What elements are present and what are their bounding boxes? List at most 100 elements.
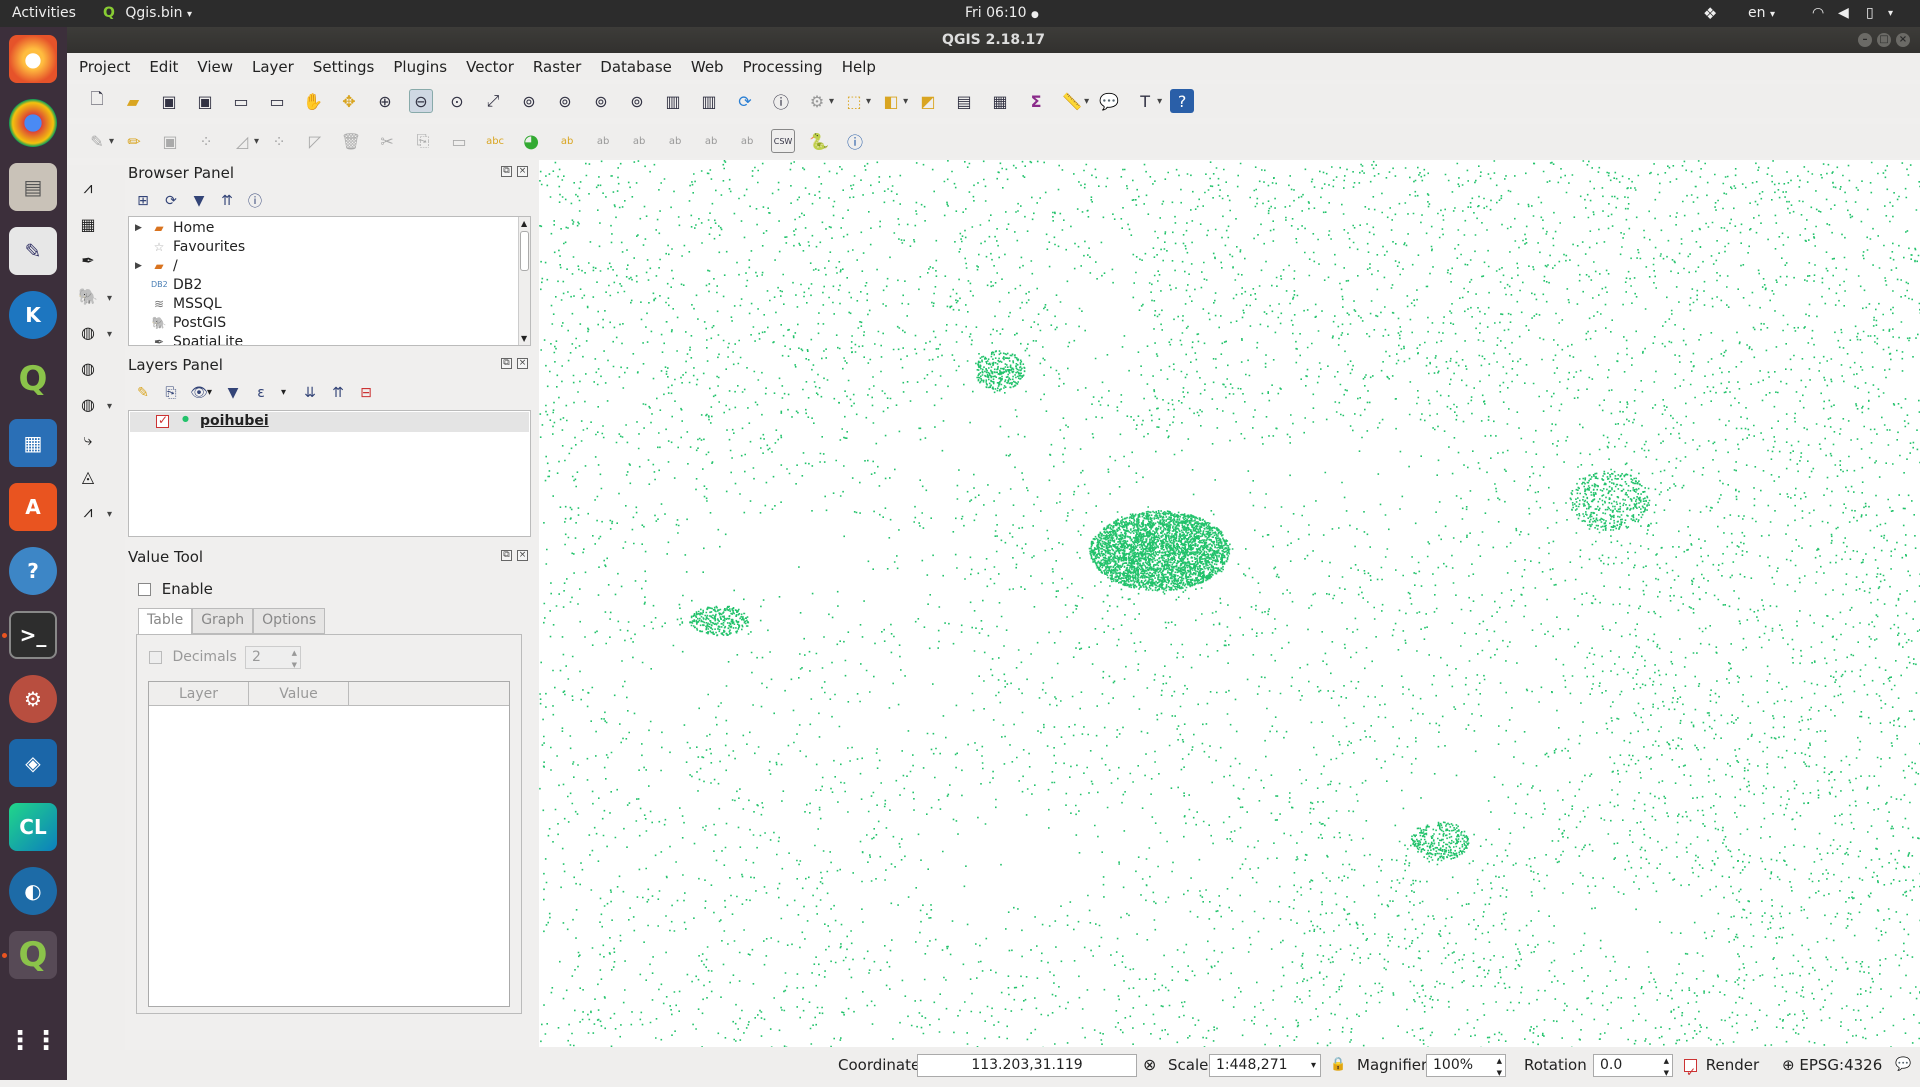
zoom-next-icon[interactable]: ⊚ (625, 89, 649, 113)
open-project-icon[interactable]: ▰ (121, 89, 145, 113)
chevron-down-icon[interactable]: ▾ (107, 509, 112, 520)
map-tips-icon[interactable]: 💬 (1097, 89, 1121, 113)
filter-icon[interactable]: ▼ (189, 191, 209, 211)
whats-this-help-icon[interactable]: ? (1170, 89, 1195, 113)
layer-visibility-checkbox[interactable] (156, 413, 169, 428)
chevron-down-icon[interactable]: ▾ (1084, 96, 1089, 107)
layer-row-poihubei[interactable]: ● poihubei (130, 412, 529, 432)
firefox-icon[interactable]: ● (9, 35, 57, 83)
chevron-down-icon[interactable]: ▾ (109, 136, 114, 147)
filter-expression-icon[interactable]: ε (251, 383, 271, 403)
toggle-editing-icon[interactable]: ✏ (122, 129, 146, 153)
add-feature-icon[interactable]: ⁘ (194, 129, 218, 153)
writer-icon[interactable]: ▦ (9, 419, 57, 467)
add-wfs-layer-icon[interactable]: ◍ (75, 391, 101, 417)
save-as-icon[interactable]: ▣ (193, 89, 217, 113)
open-layer-styling-icon[interactable]: ✎ (133, 383, 153, 403)
composer-manager-icon[interactable]: ▭ (265, 89, 289, 113)
volume-icon[interactable]: ◀ (1838, 0, 1849, 27)
help-icon[interactable]: ? (9, 547, 57, 595)
coordinate-toggle-icon[interactable]: ⊗ (1143, 1050, 1156, 1080)
select-features-icon[interactable]: ⬚ (842, 89, 866, 113)
messages-icon[interactable]: 💬 (1895, 1050, 1911, 1080)
browser-scrollbar[interactable]: ▲ ▼ (518, 217, 530, 345)
chevron-down-icon[interactable]: ▾ (281, 387, 286, 398)
expand-arrow-icon[interactable]: ▶ (135, 219, 142, 238)
menu-database[interactable]: Database (600, 58, 672, 76)
chevron-down-icon[interactable]: ▾ (207, 387, 212, 398)
metasearch-icon[interactable]: ⓘ (843, 129, 867, 153)
new-project-icon[interactable]: 🗋 (85, 89, 109, 113)
add-postgis-layer-icon[interactable]: 🐘 (75, 283, 101, 309)
language-indicator[interactable]: en ▾ (1748, 0, 1775, 27)
highlight-labels-icon[interactable]: ab (555, 129, 579, 153)
chevron-down-icon[interactable]: ▾ (866, 96, 871, 107)
virtualbox-icon[interactable]: ◈ (9, 739, 57, 787)
crs-status[interactable]: ⊕ EPSG:4326 (1782, 1050, 1882, 1080)
current-edits-icon[interactable]: ✎ (85, 129, 109, 153)
python-console-icon[interactable]: 🐍 (807, 129, 831, 153)
lock-scale-icon[interactable]: 🔒 (1330, 1050, 1346, 1080)
decimals-checkbox[interactable] (149, 650, 162, 664)
deselect-icon[interactable]: ◩ (916, 89, 940, 113)
measure-icon[interactable]: 📏 (1060, 89, 1084, 113)
qgis-running-icon[interactable]: Q (9, 931, 57, 979)
collapse-all-icon[interactable]: ⇈ (217, 191, 237, 211)
refresh-icon[interactable]: ⟳ (733, 89, 757, 113)
zoom-out-icon[interactable]: ⊖ (409, 89, 433, 113)
spin-down-icon[interactable]: ▼ (1664, 1063, 1669, 1084)
settings-tools-icon[interactable]: ⚙ (9, 675, 57, 723)
visibility-eye-icon[interactable]: 👁 (189, 383, 209, 403)
save-edits-icon[interactable]: ▣ (158, 129, 182, 153)
chevron-down-icon[interactable]: ▾ (1311, 1055, 1316, 1076)
column-header-value[interactable]: Value (249, 682, 349, 706)
scrollbar-thumb[interactable] (520, 231, 529, 271)
menu-view[interactable]: View (197, 58, 233, 76)
pin-labels-icon[interactable]: ab (591, 129, 615, 153)
app-menu[interactable]: Q Qgis.bin ▾ (103, 0, 192, 27)
identify-icon[interactable]: ⓘ (769, 89, 793, 113)
tab-table[interactable]: Table (138, 608, 193, 634)
cut-features-icon[interactable]: ✂ (375, 129, 399, 153)
software-center-icon[interactable]: A (9, 483, 57, 531)
move-label-icon[interactable]: ab (663, 129, 687, 153)
clock[interactable]: Fri 06:10 ● (965, 0, 1039, 27)
node-tool-icon[interactable]: ◿ (230, 129, 254, 153)
action-icon[interactable]: ⚙ (805, 89, 829, 113)
rotation-spinbox[interactable]: 0.0 ▲ ▼ (1593, 1054, 1673, 1077)
chevron-down-icon[interactable]: ▾ (107, 293, 112, 304)
qgis-desktop-icon[interactable]: Q (9, 355, 57, 403)
new-bookmark-icon[interactable]: ▥ (697, 89, 721, 113)
select-by-value-icon[interactable]: ◧ (879, 89, 903, 113)
pan-icon[interactable]: ✋ (301, 89, 325, 113)
float-panel-icon[interactable]: ⧉ (501, 358, 512, 369)
statistics-sigma-icon[interactable]: Σ (1024, 89, 1048, 113)
properties-info-icon[interactable]: ⓘ (245, 191, 265, 211)
zoom-to-selection-icon[interactable]: ⊚ (517, 89, 541, 113)
remove-layer-icon[interactable]: ⊟ (356, 383, 376, 403)
render-toggle[interactable]: Render (1684, 1050, 1759, 1087)
menu-processing[interactable]: Processing (743, 58, 823, 76)
zoom-native-icon[interactable]: ⊙ (445, 89, 469, 113)
zoom-in-icon[interactable]: ⊕ (373, 89, 397, 113)
zoom-last-icon[interactable]: ⊚ (589, 89, 613, 113)
activities-button[interactable]: Activities (12, 0, 76, 27)
coordinate-field[interactable]: 113.203,31.119 (917, 1054, 1137, 1077)
wifi-icon[interactable]: ◠ (1812, 0, 1824, 27)
menu-project[interactable]: Project (79, 58, 130, 76)
decimals-spinbox[interactable]: 2 ▲ ▼ (245, 646, 301, 669)
enable-option[interactable]: Enable (138, 580, 213, 598)
scroll-up-icon[interactable]: ▲ (521, 219, 527, 228)
close-panel-icon[interactable]: × (517, 550, 528, 561)
menu-help[interactable]: Help (842, 58, 876, 76)
menu-layer[interactable]: Layer (252, 58, 294, 76)
clion-icon[interactable]: CL (9, 803, 57, 851)
spin-down-icon[interactable]: ▼ (1497, 1063, 1502, 1084)
network-app-icon[interactable]: ◐ (9, 867, 57, 915)
add-spatialite-layer-icon[interactable]: ✒ (75, 247, 101, 273)
close-panel-icon[interactable]: × (517, 166, 528, 177)
terminal-icon[interactable]: >_ (9, 611, 57, 659)
float-panel-icon[interactable]: ⧉ (501, 550, 512, 561)
attribute-table-icon[interactable]: ▤ (952, 89, 976, 113)
move-feature-icon[interactable]: ⁘ (267, 129, 291, 153)
